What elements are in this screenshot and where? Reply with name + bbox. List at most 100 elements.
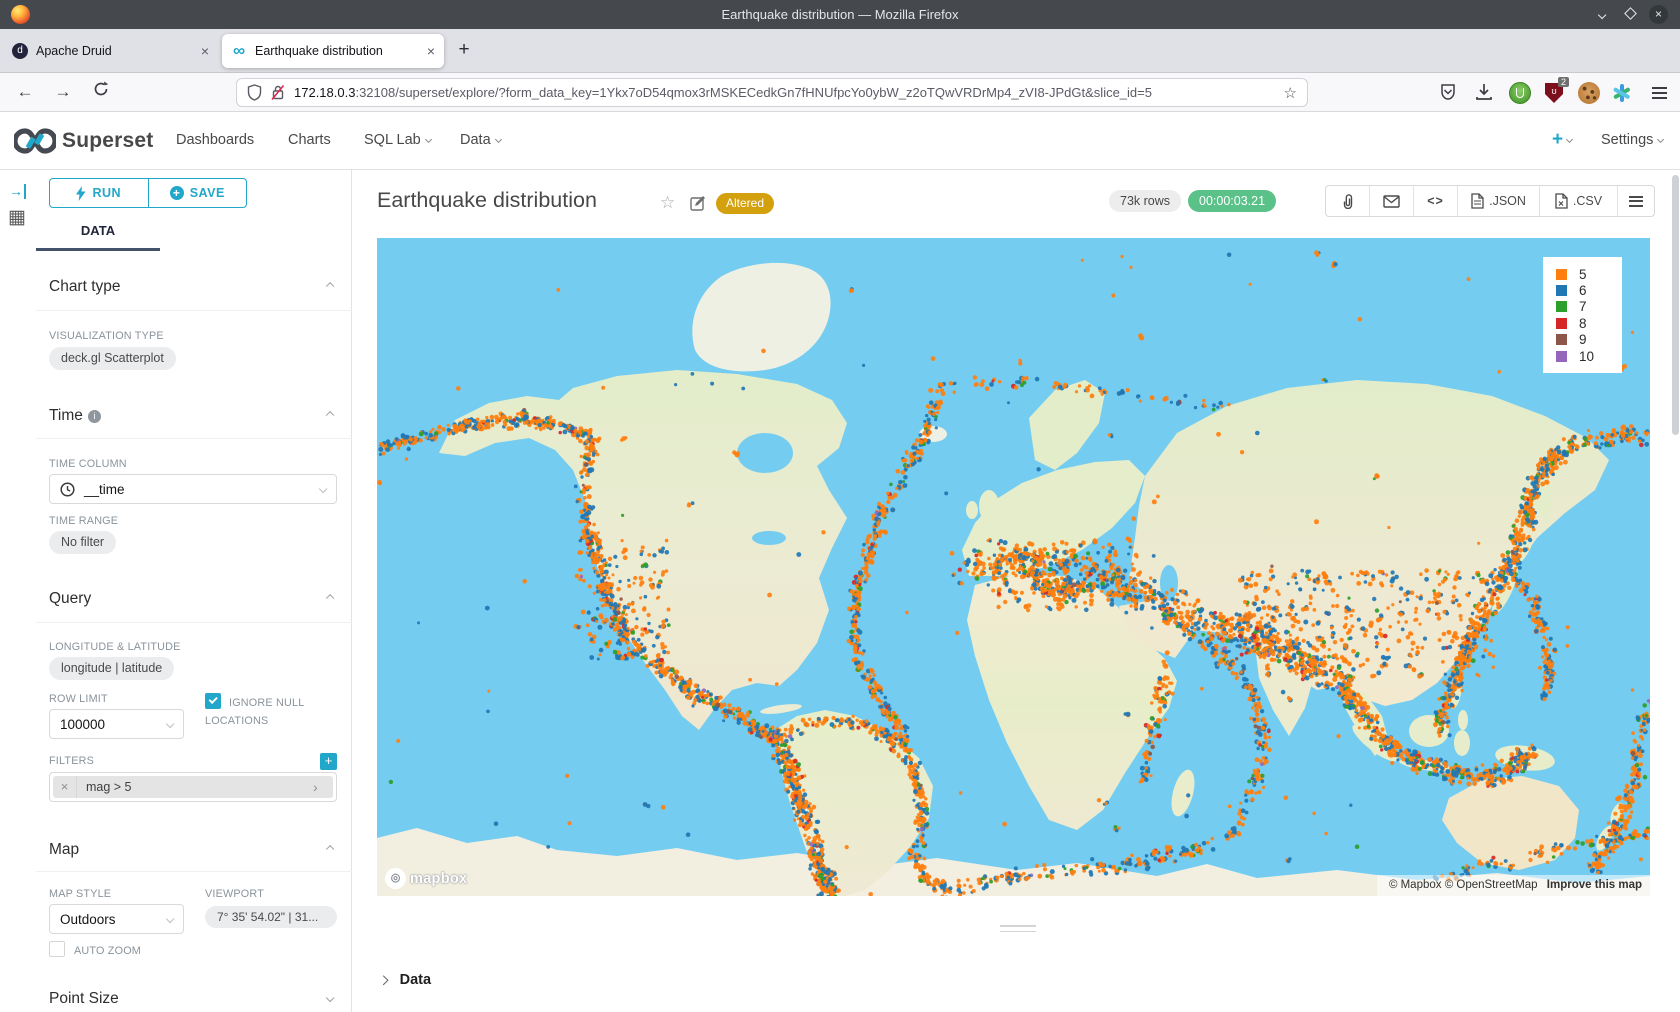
data-results-collapse[interactable]: Data <box>380 972 431 988</box>
window-maximize-button[interactable] <box>1621 5 1640 24</box>
section-time[interactable]: Timei <box>49 407 338 425</box>
url-bar[interactable]: 172.18.0.3:32108/superset/explore/?form_… <box>236 78 1308 107</box>
edit-properties-icon[interactable] <box>690 195 706 216</box>
mapbox-logo[interactable]: ◎ mapbox <box>385 868 467 889</box>
new-item-button[interactable]: + <box>1552 112 1572 169</box>
filter-value: mag > 5 <box>77 780 313 794</box>
favorite-star-icon[interactable]: ☆ <box>660 193 675 213</box>
tab-label: Apache Druid <box>36 44 195 58</box>
remove-filter-icon[interactable]: × <box>53 776 77 798</box>
nav-dashboards[interactable]: Dashboards <box>176 112 254 169</box>
time-column-select[interactable]: __time <box>49 474 337 504</box>
lonlat-pill[interactable]: longitude | latitude <box>49 657 174 680</box>
url-text[interactable]: 172.18.0.3:32108/superset/explore/?form_… <box>294 85 1276 100</box>
viewport-pill[interactable]: 7° 35' 54.02" | 31... <box>205 906 337 928</box>
url-path: :32108/superset/explore/?form_data_key=1… <box>355 85 1152 100</box>
browser-tab-earthquake[interactable]: ∞ Earthquake distribution × <box>222 34 444 68</box>
attribution-text[interactable]: © Mapbox © OpenStreetMap <box>1389 879 1538 891</box>
legend-swatch <box>1556 301 1567 312</box>
filter-pill[interactable]: × mag > 5 › <box>53 776 333 798</box>
mapbox-wordmark: mapbox <box>410 871 467 887</box>
new-tab-button[interactable]: + <box>452 39 476 61</box>
dataset-grid-icon[interactable]: ▦ <box>8 206 26 229</box>
divider <box>36 310 352 311</box>
filter-expand-icon[interactable]: › <box>313 779 333 795</box>
browser-tab-bar: d Apache Druid × ∞ Earthquake distributi… <box>0 29 1680 73</box>
bookmark-star-icon[interactable]: ☆ <box>1284 84 1297 102</box>
browser-toolbar: ← → 172.18.0.3:32108/superset/explore/?f… <box>0 73 1680 112</box>
legend-swatch <box>1556 285 1567 296</box>
tab-close-icon[interactable]: × <box>427 43 435 59</box>
ublock-icon[interactable]: ʊ 2 <box>1543 82 1565 104</box>
chevron-up-icon <box>326 411 335 420</box>
nav-data[interactable]: Data <box>460 112 501 169</box>
improve-map-link[interactable]: Improve this map <box>1547 879 1642 891</box>
email-button[interactable] <box>1370 186 1414 216</box>
insecure-lock-icon[interactable] <box>270 84 286 101</box>
query-duration-badge: 00:00:03.21 <box>1188 190 1276 212</box>
chart-more-menu-button[interactable] <box>1618 186 1654 216</box>
window-close-button[interactable]: × <box>1649 5 1668 24</box>
ublock-badge: 2 <box>1558 77 1569 87</box>
collapse-panel-icon[interactable]: → <box>9 184 26 199</box>
superset-favicon: ∞ <box>231 43 247 59</box>
legend-row: 9 <box>1556 332 1622 348</box>
nav-settings[interactable]: Settings <box>1601 112 1663 169</box>
tab-close-icon[interactable]: × <box>201 43 209 59</box>
world-map <box>377 238 1650 896</box>
altered-badge[interactable]: Altered <box>716 193 774 214</box>
window-titlebar: Earthquake distribution — Mozilla Firefo… <box>0 0 1680 29</box>
page-scrollbar[interactable] <box>1672 175 1679 435</box>
superset-navbar: Superset Dashboards Charts SQL Lab Data … <box>0 112 1680 170</box>
time-range-pill[interactable]: No filter <box>49 531 116 554</box>
back-button[interactable]: ← <box>12 80 38 104</box>
auto-zoom-checkbox[interactable] <box>49 941 65 957</box>
ignore-null-checkbox[interactable] <box>205 693 221 709</box>
druid-favicon: d <box>12 43 28 59</box>
window-minimize-button[interactable] <box>1593 5 1612 24</box>
extension-green-icon[interactable] <box>1509 82 1531 104</box>
add-filter-button[interactable]: + <box>320 753 337 770</box>
brand-name: Superset <box>62 129 153 153</box>
panel-resize-handle[interactable] <box>1000 925 1036 936</box>
map-style-select[interactable]: Outdoors <box>49 904 184 934</box>
viz-type-pill[interactable]: deck.gl Scatterplot <box>49 347 176 370</box>
pocket-shield-icon[interactable] <box>1437 82 1459 104</box>
chevron-down-icon <box>319 485 328 494</box>
legend-swatch <box>1556 269 1567 280</box>
browser-tab-druid[interactable]: d Apache Druid × <box>3 34 218 68</box>
legend-swatch <box>1556 318 1567 329</box>
map-legend: 5 6 7 8 9 10 <box>1543 257 1622 373</box>
superset-logo[interactable]: Superset <box>14 128 153 154</box>
export-json-button[interactable]: .JSON <box>1458 186 1540 216</box>
legend-row: 6 <box>1556 282 1622 298</box>
tab-data[interactable]: DATA <box>36 223 160 238</box>
deckgl-scatter-map[interactable]: 5 6 7 8 9 10 ◎ mapbox © Mapbox © OpenStr… <box>377 238 1650 896</box>
downloads-icon[interactable] <box>1473 82 1495 104</box>
explore-control-panel: RUN + SAVE DATA Chart type VISUALIZATION… <box>36 170 352 1012</box>
copy-link-button[interactable] <box>1326 186 1370 216</box>
section-query[interactable]: Query <box>49 590 338 608</box>
data-results-label: Data <box>400 972 431 988</box>
map-style-value: Outdoors <box>60 912 116 927</box>
nav-sql-lab[interactable]: SQL Lab <box>364 112 431 169</box>
save-button[interactable]: + SAVE <box>148 179 247 207</box>
row-limit-select[interactable]: 100000 <box>49 709 184 739</box>
viz-type-label: VISUALIZATION TYPE <box>49 330 164 342</box>
colorful-asterisk-extension-icon[interactable] <box>1610 82 1632 104</box>
forward-button[interactable]: → <box>50 80 76 104</box>
run-button[interactable]: RUN <box>50 179 148 207</box>
section-map[interactable]: Map <box>49 841 338 859</box>
permissions-shield-icon[interactable] <box>247 84 262 101</box>
row-limit-value: 100000 <box>60 717 105 732</box>
app-menu-icon[interactable] <box>1648 82 1670 104</box>
view-query-button[interactable]: <> <box>1414 186 1458 216</box>
nav-charts[interactable]: Charts <box>288 112 331 169</box>
tab-inkbar <box>36 248 160 251</box>
reload-button[interactable] <box>88 80 114 104</box>
section-chart-type[interactable]: Chart type <box>49 278 338 296</box>
legend-row: 5 <box>1556 266 1622 282</box>
cookie-extension-icon[interactable] <box>1578 82 1600 104</box>
section-point-size[interactable]: Point Size <box>49 990 338 1008</box>
export-csv-button[interactable]: .CSV <box>1540 186 1618 216</box>
